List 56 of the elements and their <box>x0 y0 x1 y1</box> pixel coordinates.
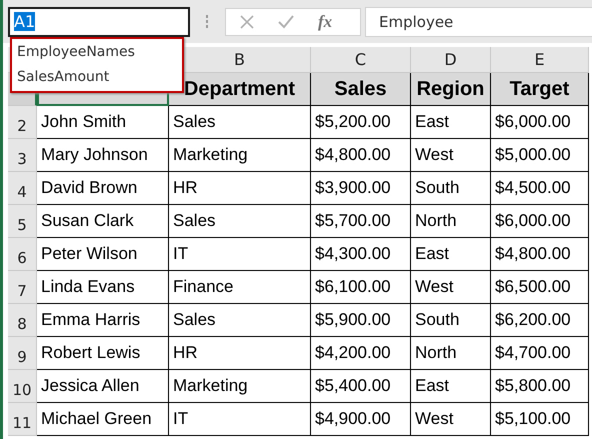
table-cell: Finance <box>173 277 234 297</box>
table-cell: North <box>415 343 457 363</box>
formula-text: Employee <box>379 12 454 30</box>
column-title: Sales <box>334 78 387 100</box>
table-cell: East <box>415 112 450 132</box>
table-cell: Marketing <box>173 145 248 165</box>
table-cell: Robert Lewis <box>41 343 140 363</box>
table-cell: $5,700.00 <box>315 211 391 231</box>
table-cell: South <box>415 178 460 198</box>
table-cell: South <box>415 310 460 330</box>
table-cell: $5,400.00 <box>315 376 391 396</box>
table-cell: East <box>415 376 450 396</box>
table-cell: West <box>415 277 454 297</box>
table-cell: HR <box>173 178 198 198</box>
table-cell: $6,200.00 <box>495 310 571 330</box>
cell-reference: A1 <box>14 12 36 31</box>
table-cell: Michael Green <box>41 409 152 429</box>
table-cell: East <box>415 244 450 264</box>
table-cell: David Brown <box>41 178 138 198</box>
table-cell: Mary Johnson <box>41 145 148 165</box>
table-cell: HR <box>173 343 198 363</box>
table-cell: $4,800.00 <box>495 244 571 264</box>
table-cell: Linda Evans <box>41 277 135 297</box>
table-cell: North <box>415 211 457 231</box>
table-cell: $4,300.00 <box>315 244 391 264</box>
table-cell: West <box>415 145 454 165</box>
table-cell: West <box>415 409 454 429</box>
table-cell: Marketing <box>173 376 248 396</box>
table-cell: $5,000.00 <box>495 145 571 165</box>
table-cell: IT <box>173 244 188 264</box>
table-cell: IT <box>173 409 188 429</box>
table-cell: Susan Clark <box>41 211 134 231</box>
column-title: Department <box>184 78 296 100</box>
table-cell: $3,900.00 <box>315 178 391 198</box>
table-cell: $4,800.00 <box>315 145 391 165</box>
table-cell: $4,200.00 <box>315 343 391 363</box>
table-cell: $4,700.00 <box>495 343 571 363</box>
table-cell: Peter Wilson <box>41 244 138 264</box>
table-cell: $4,900.00 <box>315 409 391 429</box>
table-cell: $6,500.00 <box>495 277 571 297</box>
table-cell: $6,000.00 <box>495 211 571 231</box>
column-title: Target <box>510 78 570 100</box>
table-cell: Sales <box>173 211 216 231</box>
table-cell: $5,100.00 <box>495 409 571 429</box>
table-cell: Jessica Allen <box>41 376 140 396</box>
table-cell: $4,500.00 <box>495 178 571 198</box>
table-cell: $5,200.00 <box>315 112 391 132</box>
table-cell: Emma Harris <box>41 310 140 330</box>
table-cell: $5,800.00 <box>495 376 571 396</box>
table-cell: $5,900.00 <box>315 310 391 330</box>
table-cell: $6,000.00 <box>495 112 571 132</box>
table-cell: Sales <box>173 310 216 330</box>
table-cell: John Smith <box>41 112 126 132</box>
table-cell: Sales <box>173 112 216 132</box>
column-title: Region <box>416 78 484 100</box>
table-cell: $6,100.00 <box>315 277 391 297</box>
